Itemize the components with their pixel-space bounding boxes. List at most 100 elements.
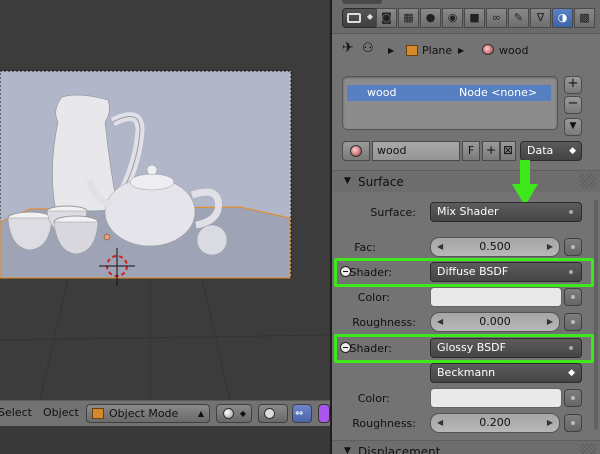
render-layers-icon[interactable]: ▦ <box>398 8 419 28</box>
drag-handle-icon[interactable] <box>580 444 596 454</box>
breadcrumb-material: wood <box>499 44 529 57</box>
fac-label: Fac: <box>354 241 376 254</box>
material-sphere-icon <box>350 145 362 157</box>
floor-grid <box>0 269 330 400</box>
render-tab-camera-icon[interactable]: ◙ <box>376 8 397 28</box>
shader2-value: Glossy BSDF <box>437 341 506 354</box>
shader2-color-label: Color: <box>357 392 390 405</box>
modifiers-wrench-icon[interactable]: ✎ <box>508 8 529 28</box>
pivot-point-button[interactable] <box>258 404 288 423</box>
green-arrow-annotation <box>512 160 538 206</box>
shader2-roughness-value: 0.200 <box>479 416 511 429</box>
displacement-section-title: Displacement <box>358 445 441 454</box>
increment-arrow-icon[interactable]: ▶ <box>547 313 553 331</box>
solid-shading-icon <box>223 408 234 419</box>
drag-handle-icon[interactable] <box>580 174 596 188</box>
surface-shader-selector[interactable]: Mix Shader <box>430 202 582 222</box>
increment-arrow-icon[interactable]: ▶ <box>547 238 553 256</box>
surface-label: Surface: <box>370 206 416 219</box>
scene-icon[interactable]: ● <box>420 8 441 28</box>
shader1-label: Shader: <box>349 266 392 279</box>
updown-arrows-icon: ◆ <box>569 146 576 156</box>
shader1-roughness-value: 0.000 <box>479 315 511 328</box>
mode-selector[interactable]: Object Mode ▲ <box>86 404 210 423</box>
shader1-roughness-link-button[interactable] <box>564 313 582 331</box>
shader2-selector[interactable]: Glossy BSDF <box>430 338 582 358</box>
shader1-color-label: Color: <box>357 291 390 304</box>
decrement-arrow-icon[interactable]: ◀ <box>437 414 443 432</box>
fac-value: 0.500 <box>479 240 511 253</box>
node-dot-icon <box>569 270 573 274</box>
unlink-material-x-icon[interactable]: ⊠ <box>500 141 516 161</box>
breadcrumb-chevron-icon: ▶ <box>458 46 465 55</box>
shader1-selector[interactable]: Diffuse BSDF <box>430 262 582 282</box>
updown-arrows-icon: ◆ <box>568 368 575 378</box>
fac-link-button[interactable] <box>564 238 582 256</box>
properties-scrollbar[interactable] <box>594 200 598 430</box>
slot-specials-button[interactable]: ▼ <box>564 118 582 136</box>
fake-user-button[interactable]: F <box>462 141 480 161</box>
shader1-roughness-slider[interactable]: ◀ 0.000 ▶ <box>430 312 560 332</box>
cube-icon <box>92 408 104 419</box>
shader2-roughness-slider[interactable]: ◀ 0.200 ▶ <box>430 413 560 433</box>
material-sphere-icon <box>482 44 494 55</box>
material-tab-icon[interactable]: ◑ <box>552 8 573 28</box>
breadcrumb-chevron-icon: ▶ <box>388 46 395 55</box>
slot-node-label: Node <none> <box>459 86 538 99</box>
object-origin <box>103 233 111 241</box>
shader2-roughness-link-button[interactable] <box>564 414 582 432</box>
shader2-roughness-label: Roughness: <box>352 417 416 430</box>
area-grip[interactable] <box>342 0 382 4</box>
displacement-section-header[interactable]: ▼ Displacement <box>332 440 600 454</box>
collapse-triangle-icon: ▼ <box>344 446 351 454</box>
object-cube-icon[interactable]: ■ <box>464 8 485 28</box>
remove-slot-button[interactable]: − <box>564 96 582 114</box>
shader1-value: Diffuse BSDF <box>437 265 509 278</box>
shader1-color-swatch[interactable] <box>430 287 562 307</box>
shader1-color-link-button[interactable] <box>564 288 582 306</box>
link-data-selector[interactable]: Data ◆ <box>520 141 582 161</box>
collapse-triangle-icon: ▼ <box>344 176 351 186</box>
decrement-arrow-icon[interactable]: ◀ <box>437 238 443 256</box>
transform-orientation-button[interactable] <box>318 404 330 423</box>
decrement-arrow-icon[interactable]: ◀ <box>437 313 443 331</box>
3d-viewport[interactable]: Select Object Object Mode ▲ ◆ ⇔ <box>0 0 330 454</box>
node-dot-icon <box>569 346 573 350</box>
select-menu[interactable]: Select <box>0 406 32 419</box>
properties-tabs: ◆ ◙ ▦ ● ◉ ■ ∞ ✎ ∇ ◑ ▩ <box>332 0 600 34</box>
scene-context-icon: ⚇ <box>362 41 374 56</box>
glossy-distribution-value: Beckmann <box>437 366 496 379</box>
constraints-link-icon[interactable]: ∞ <box>486 8 507 28</box>
material-slot-list[interactable]: wood Node <none> <box>342 76 558 130</box>
glossy-distribution-selector[interactable]: Beckmann ◆ <box>430 363 582 383</box>
material-name-field[interactable]: wood <box>372 141 460 161</box>
add-slot-button[interactable]: + <box>564 76 582 94</box>
world-icon[interactable]: ◉ <box>442 8 463 28</box>
shader2-color-link-button[interactable] <box>564 389 582 407</box>
material-slot-row[interactable]: wood Node <none> <box>347 85 551 101</box>
material-browse-button[interactable] <box>342 141 370 161</box>
texture-checker-icon[interactable]: ▩ <box>574 8 595 28</box>
mode-label: Object Mode <box>109 407 179 420</box>
surface-section-header[interactable]: ▼ Surface <box>332 170 600 192</box>
sphere-model[interactable] <box>196 224 228 256</box>
node-dot-icon <box>569 210 573 214</box>
increment-arrow-icon[interactable]: ▶ <box>547 414 553 432</box>
editor-type-selector[interactable]: ◆ <box>342 8 378 28</box>
manipulator-icon: ⇔ <box>295 408 304 419</box>
data-mesh-icon[interactable]: ∇ <box>530 8 551 28</box>
surface-section-title: Surface <box>358 175 404 189</box>
properties-editor: ◆ ◙ ▦ ● ◉ ■ ∞ ✎ ∇ ◑ ▩ ✈ ⚇ ▶ Plane ▶ wood… <box>330 0 600 454</box>
viewport-shading-button[interactable]: ◆ <box>216 404 252 423</box>
shader2-color-swatch[interactable] <box>430 388 562 408</box>
viewport-canvas[interactable] <box>0 0 330 400</box>
manipulator-button[interactable]: ⇔ <box>292 404 312 423</box>
new-material-plus-icon[interactable]: + <box>482 141 500 161</box>
pin-icon[interactable]: ✈ <box>342 40 354 56</box>
fac-slider[interactable]: ◀ 0.500 ▶ <box>430 237 560 257</box>
link-data-label: Data <box>527 144 554 157</box>
viewport-lower-area <box>0 426 330 454</box>
object-menu[interactable]: Object <box>43 406 79 419</box>
properties-editor-icon <box>347 13 361 23</box>
updown-arrows-icon: ◆ <box>366 12 373 21</box>
